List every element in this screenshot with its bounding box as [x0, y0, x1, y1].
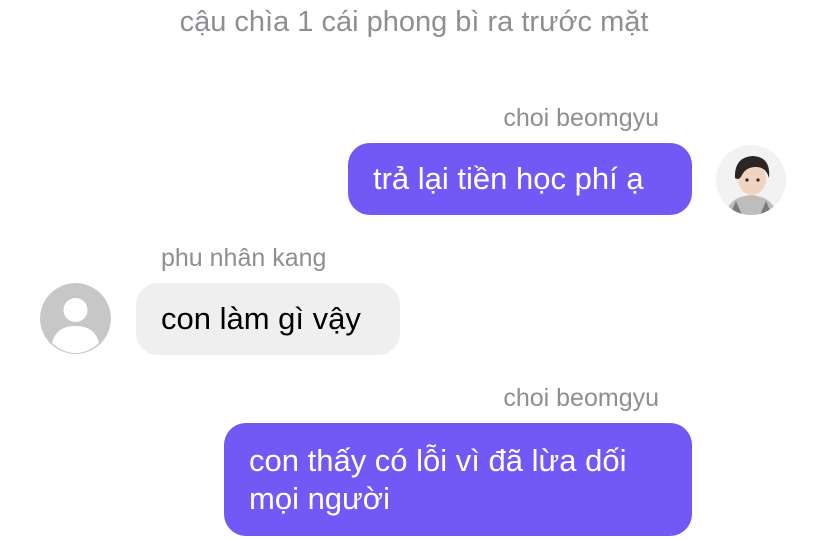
user-avatar[interactable] — [716, 145, 786, 215]
sender-name: phu nhân kang — [161, 244, 327, 272]
message-bubble-outgoing[interactable]: con thấy có lỗi vì đã lừa dối mọi người — [224, 423, 692, 536]
sender-name: choi beomgyu — [503, 384, 659, 412]
contact-avatar[interactable] — [40, 283, 111, 354]
message-text: con làm gì vậy — [161, 301, 361, 336]
default-person-icon — [40, 283, 111, 354]
message-bubble-outgoing[interactable]: trả lại tiền học phí ạ — [348, 143, 692, 215]
message-text: trả lại tiền học phí ạ — [373, 161, 644, 196]
narration-text: cậu chìa 1 cái phong bì ra trước mặt — [179, 6, 649, 38]
sender-name: choi beomgyu — [503, 104, 659, 132]
message-text: con thấy có lỗi vì đã lừa dối mọi người — [249, 443, 627, 516]
user-avatar-icon — [716, 145, 786, 215]
message-bubble-incoming[interactable]: con làm gì vậy — [136, 283, 400, 355]
